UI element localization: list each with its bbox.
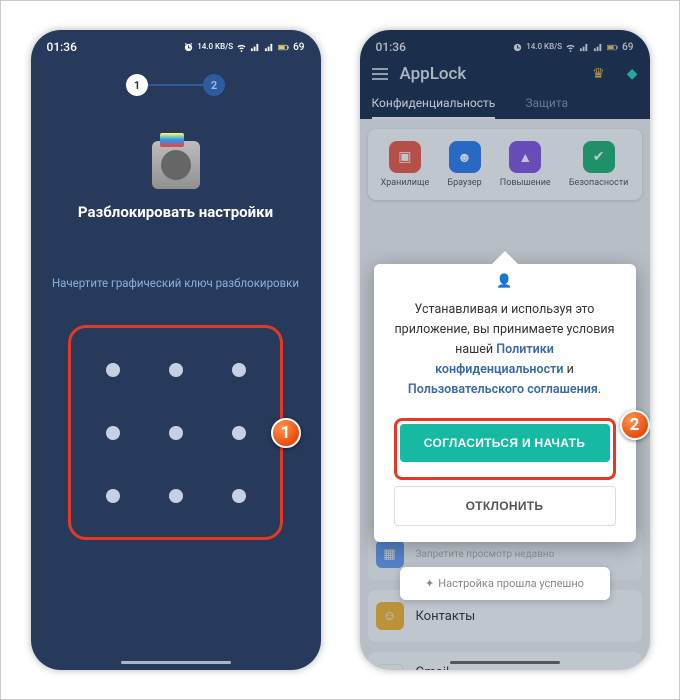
page-title: Разблокировать настройки	[31, 203, 321, 221]
pattern-dot[interactable]	[232, 363, 246, 377]
pattern-dot[interactable]	[232, 489, 246, 503]
screenshot-unlock: 01:36 14.0 KB/S 69 1 2 Разблокировать на…	[31, 30, 321, 670]
decline-button[interactable]: ОТКЛОНИТЬ	[394, 486, 616, 526]
toast-message: ✦Настройка прошла успешно	[400, 567, 610, 600]
signal-icon	[264, 42, 275, 53]
pattern-dot[interactable]	[106, 363, 120, 377]
callout-badge-1: 1	[271, 418, 301, 448]
onboarding-stepper: 1 2	[31, 74, 321, 96]
home-indicator[interactable]	[121, 661, 231, 664]
safe-icon	[152, 141, 200, 189]
consent-popup: 👤 Устанавливая и используя это приложени…	[374, 264, 636, 542]
step-current: 1	[126, 74, 148, 96]
pattern-dot[interactable]	[232, 426, 246, 440]
alarm-icon	[183, 42, 194, 53]
step-line	[148, 84, 203, 86]
step-next: 2	[203, 74, 225, 96]
pattern-lock-input[interactable]	[68, 325, 283, 540]
pattern-dot[interactable]	[106, 426, 120, 440]
status-bar: 01:36 14.0 KB/S 69	[31, 30, 321, 64]
clock: 01:36	[47, 40, 77, 54]
battery-icon	[278, 42, 289, 53]
wifi-icon	[236, 42, 247, 53]
accept-button[interactable]: СОГЛАСИТЬСЯ И НАЧАТЬ	[400, 424, 610, 462]
instruction-text: Начертите графический ключ разблокировки	[31, 276, 321, 290]
pattern-dot[interactable]	[169, 489, 183, 503]
home-indicator[interactable]	[450, 661, 560, 664]
accept-highlight: СОГЛАСИТЬСЯ И НАЧАТЬ	[394, 418, 616, 480]
user-lock-icon: 👤	[496, 272, 512, 293]
pattern-dot[interactable]	[106, 489, 120, 503]
status-icons: 14.0 KB/S 69	[183, 42, 304, 53]
callout-badge-2: 2	[620, 410, 650, 440]
consent-text: Устанавливая и используя это приложение,…	[394, 300, 616, 400]
screenshot-applock: 01:36 14.0 KB/S 69 AppLock ♛ ◆ Конфиденц…	[360, 30, 650, 670]
wand-icon: ✦	[425, 577, 434, 590]
user-agreement-link[interactable]: Пользовательского соглашения	[408, 382, 598, 397]
signal-icon	[250, 42, 261, 53]
pattern-dot[interactable]	[169, 363, 183, 377]
pattern-dot[interactable]	[169, 426, 183, 440]
